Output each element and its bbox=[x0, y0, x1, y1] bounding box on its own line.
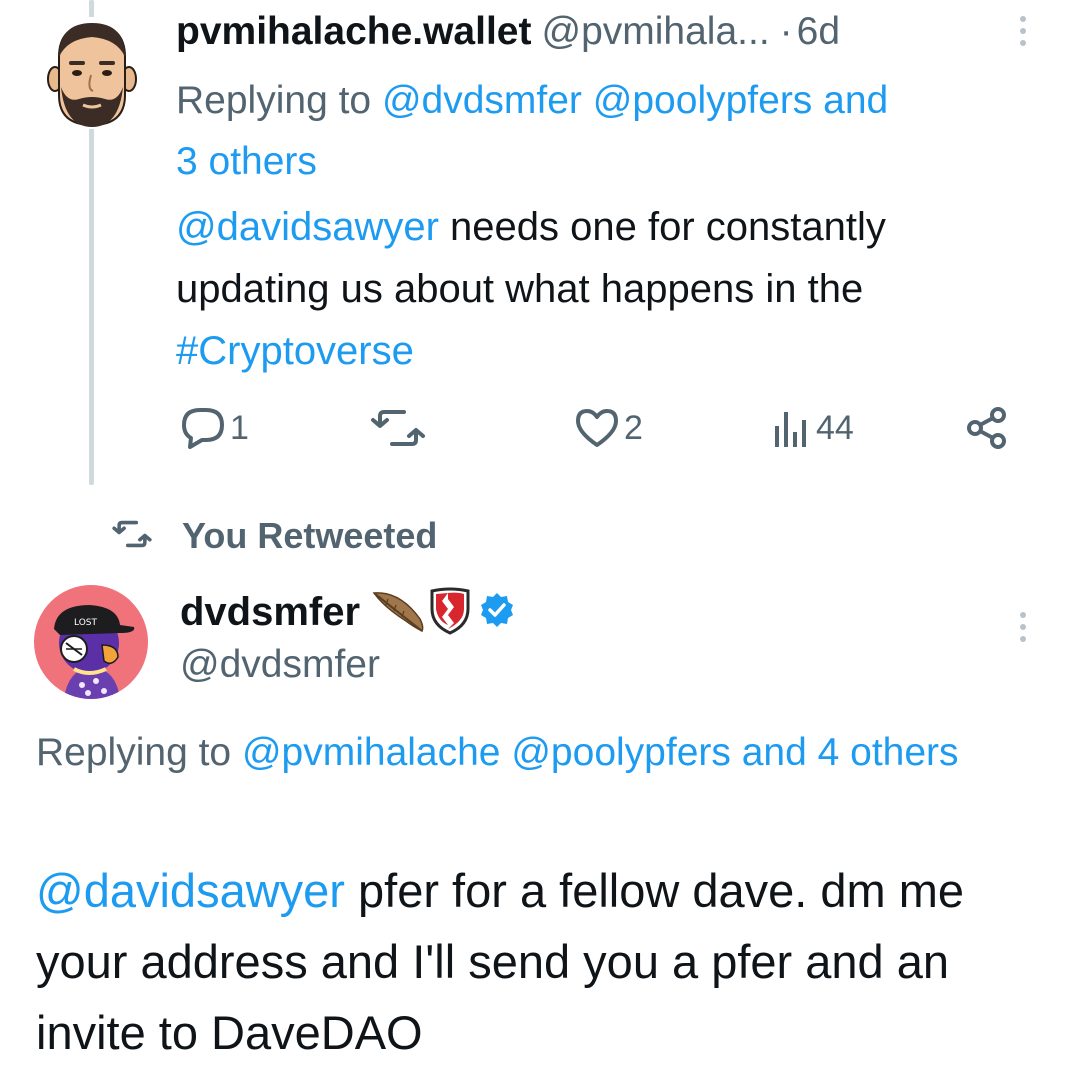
display-name[interactable]: pvmihalache.wallet bbox=[176, 10, 531, 54]
user-handle[interactable]: @dvdsmfer bbox=[180, 643, 380, 687]
speech-bubble-icon bbox=[180, 406, 226, 450]
mention-link[interactable]: @davidsawyer bbox=[36, 864, 345, 917]
mention-link[interactable]: @poolypfers bbox=[593, 79, 813, 122]
tweet1-header: pvmihalache.wallet @pvmihala... · 6d bbox=[176, 10, 840, 54]
verified-badge-icon[interactable] bbox=[478, 591, 516, 634]
retweet-arrows-icon bbox=[112, 518, 152, 555]
retweet-arrows-icon bbox=[370, 406, 426, 450]
mention-link[interactable]: @dvdsmfer bbox=[382, 79, 582, 122]
shield-icon bbox=[428, 585, 472, 640]
replying-to: Replying to @dvdsmfer @poolypfers and 3 … bbox=[176, 70, 1046, 192]
feather-icon bbox=[370, 585, 428, 640]
retweet-indicator: You Retweeted bbox=[112, 515, 437, 557]
reply-count: 1 bbox=[230, 408, 249, 447]
mention-link[interactable]: @pvmihalache bbox=[242, 731, 501, 774]
views-count: 44 bbox=[816, 408, 854, 447]
tweet2-header: dvdsmfer bbox=[180, 585, 516, 640]
others-link[interactable]: and bbox=[812, 79, 888, 122]
retweet-label: You Retweeted bbox=[182, 515, 438, 556]
replying-to: Replying to @pvmihalache @poolypfers and… bbox=[36, 722, 1046, 783]
replying-prefix: Replying to bbox=[176, 79, 382, 122]
others-link[interactable]: 3 others bbox=[176, 140, 317, 183]
avatar-pvmihalache[interactable] bbox=[47, 17, 137, 129]
share-button[interactable] bbox=[964, 406, 1010, 450]
tweet-text: @davidsawyer pfer for a fellow dave. dm … bbox=[36, 855, 1056, 1068]
retweet-button[interactable] bbox=[370, 406, 430, 450]
like-count: 2 bbox=[624, 408, 643, 447]
avatar-dvdsmfer[interactable]: LOST bbox=[34, 585, 148, 699]
reply-button[interactable]: 1 bbox=[180, 406, 249, 450]
views-button[interactable]: 44 bbox=[772, 406, 854, 450]
timestamp[interactable]: 6d bbox=[797, 10, 840, 54]
display-name[interactable]: dvdsmfer bbox=[180, 590, 360, 635]
name-emojis bbox=[370, 585, 516, 640]
mention-link[interactable]: @poolypfers bbox=[511, 731, 731, 774]
replying-prefix: Replying to bbox=[36, 731, 242, 774]
user-handle[interactable]: @pvmihala... bbox=[541, 10, 769, 54]
tweet-text: @davidsawyer needs one for constantly up… bbox=[176, 196, 1046, 382]
more-options-icon[interactable] bbox=[1016, 16, 1030, 52]
others-link[interactable]: and 4 others bbox=[731, 731, 959, 774]
action-bar: 1 2 44 bbox=[0, 406, 1079, 456]
mention-link[interactable]: @davidsawyer bbox=[176, 205, 439, 249]
share-nodes-icon bbox=[964, 406, 1010, 450]
hashtag-link[interactable]: #Cryptoverse bbox=[176, 329, 414, 373]
bar-chart-icon bbox=[772, 406, 812, 450]
separator-dot: · bbox=[779, 10, 793, 53]
like-button[interactable]: 2 bbox=[574, 406, 643, 450]
more-options-icon[interactable] bbox=[1016, 612, 1030, 648]
svg-text:LOST: LOST bbox=[74, 618, 97, 628]
heart-icon bbox=[574, 406, 620, 450]
